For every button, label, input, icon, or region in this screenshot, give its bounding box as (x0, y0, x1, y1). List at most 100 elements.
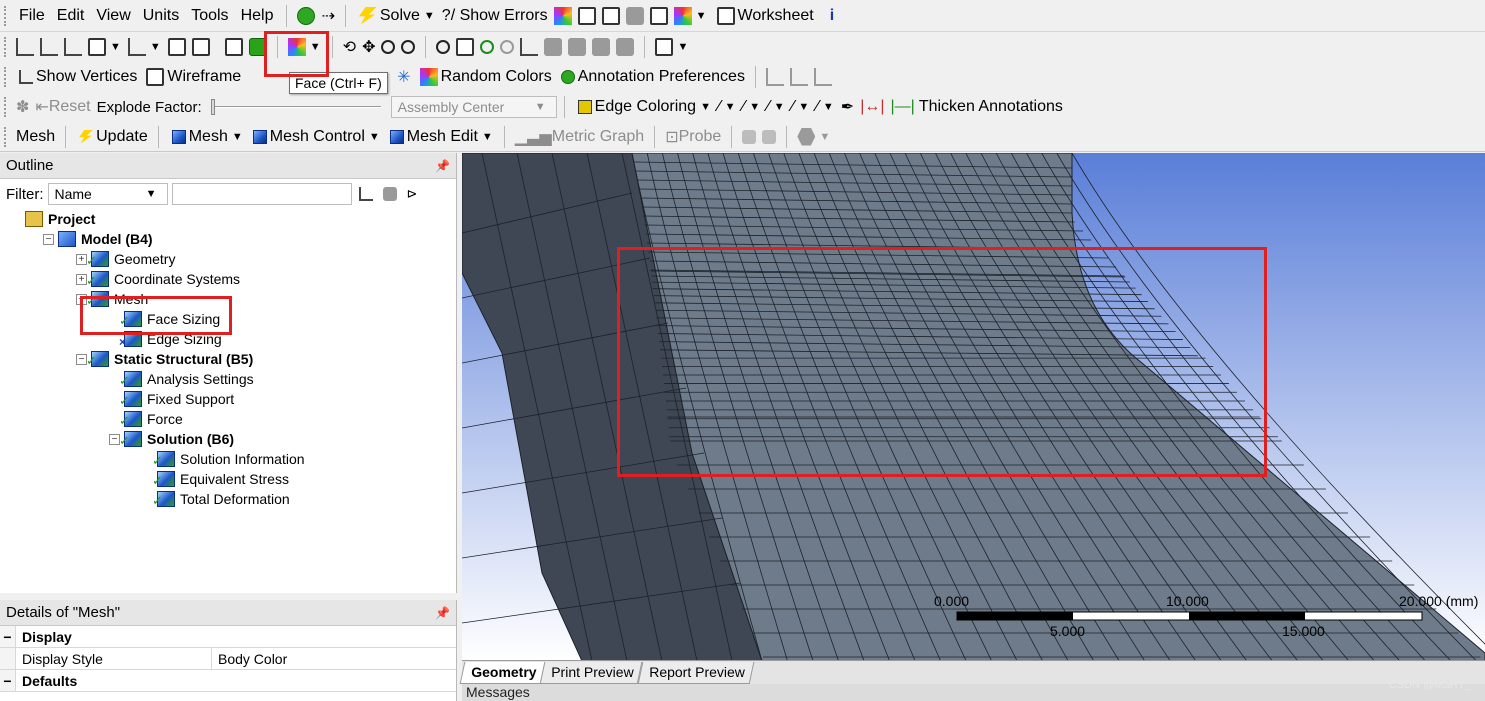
edge-style-x-icon[interactable]: ⁄ (813, 94, 822, 120)
image-icon[interactable] (673, 6, 692, 25)
random-colors-button[interactable]: Random Colors (414, 64, 555, 90)
refresh-icon[interactable] (358, 187, 373, 201)
select-body-icon[interactable] (248, 38, 267, 56)
window-icon[interactable] (655, 38, 674, 56)
check-mark-icon[interactable] (297, 6, 316, 25)
explode-icon[interactable]: ✽ (13, 94, 32, 120)
tree-item-equivalent-stress[interactable]: ✓ Equivalent Stress (10, 469, 456, 489)
display-icon[interactable] (592, 38, 611, 56)
toolbar-grip[interactable] (4, 5, 8, 26)
collapse-icon[interactable]: − (0, 626, 16, 647)
extend-dropdown-icon[interactable]: ▼ (310, 41, 321, 53)
tree-item-static-structural[interactable]: − ✓ Static Structural (B5) (10, 349, 456, 369)
pin-icon[interactable]: 📌 (435, 159, 450, 173)
details-value[interactable]: Body Color (212, 651, 287, 667)
camera-icon[interactable] (568, 38, 587, 56)
dropdown-icon[interactable]: ▼ (774, 101, 785, 113)
menu-file[interactable]: File (13, 7, 51, 25)
toolbar-grip[interactable] (4, 126, 8, 147)
edge-style-0-icon[interactable]: ⁄ (715, 94, 724, 120)
mesh-menu-button[interactable]: Mesh (166, 124, 231, 150)
wireframe-button[interactable]: Wireframe (140, 64, 244, 90)
hexagon-dropdown-icon[interactable]: ▼ (819, 131, 830, 143)
window-dropdown-icon[interactable]: ▼ (677, 41, 688, 53)
tree-item-model[interactable]: − Model (B4) (10, 229, 456, 249)
extend-selection-icon[interactable] (287, 38, 306, 56)
pick-arrow-icon[interactable] (40, 38, 58, 56)
mesh-view[interactable]: 0.000 10.000 20.000 (mm) 5.000 15.000 (462, 153, 1485, 661)
label-icon[interactable] (577, 6, 596, 25)
filter-search-input[interactable] (171, 183, 352, 205)
tree-item-face-sizing[interactable]: ✓ Face Sizing (10, 309, 456, 329)
tree-item-force[interactable]: ✓ Force (10, 409, 456, 429)
edge-style-1-icon[interactable]: ⁄ (740, 94, 749, 120)
tag-icon[interactable] (616, 38, 635, 56)
thicken-annotations-button[interactable]: |—| Thicken Annotations (888, 94, 1066, 120)
tab-print-preview[interactable]: Print Preview (540, 662, 644, 684)
view-icon[interactable] (544, 38, 563, 56)
edge-style-2-icon[interactable]: ⁄ (764, 94, 773, 120)
assembly-center-select[interactable]: Assembly Center ▼ (390, 96, 557, 118)
menu-units[interactable]: Units (137, 7, 185, 25)
worksheet-button[interactable]: Worksheet (711, 3, 817, 29)
menu-tools[interactable]: Tools (185, 7, 234, 25)
details-group[interactable]: − Defaults (0, 670, 456, 692)
tab-report-preview[interactable]: Report Preview (637, 662, 754, 684)
tab-geometry[interactable]: Geometry (459, 662, 546, 684)
tree-item-geometry[interactable]: + ✓ Geometry (10, 249, 456, 269)
mesh-edit-dropdown-icon[interactable]: ▼ (482, 131, 493, 143)
magnifier-icon[interactable] (456, 38, 475, 56)
chart-icon[interactable] (601, 6, 620, 25)
show-vertices-button[interactable]: Show Vertices (13, 64, 140, 90)
dropdown-icon[interactable]: ▼ (823, 101, 834, 113)
axis-icon[interactable] (765, 68, 784, 86)
update-button[interactable]: Update (73, 124, 151, 150)
edge-style-3-icon[interactable]: ⁄ (789, 94, 798, 120)
menu-edit[interactable]: Edit (51, 7, 91, 25)
select-dropdown-icon[interactable]: ▼ (110, 41, 121, 53)
mesh-control-dropdown-icon[interactable]: ▼ (369, 131, 380, 143)
select-box-icon[interactable] (88, 38, 106, 56)
axis-icon[interactable] (813, 68, 832, 86)
metric-graph-button[interactable]: ▁▃▅ Metric Graph (512, 124, 647, 150)
toolbar-grip[interactable] (4, 67, 8, 87)
thin-annotations-icon[interactable]: |↔| (857, 94, 887, 120)
zoom-icon[interactable] (381, 40, 396, 54)
pick-point-icon[interactable] (16, 38, 34, 56)
pin-icon[interactable]: 📌 (435, 606, 450, 620)
cursor-dropdown-icon[interactable]: ▼ (150, 41, 161, 53)
tree-item-solution[interactable]: − ✓ Solution (B6) (10, 429, 456, 449)
edge-coloring-dropdown-icon[interactable]: ▼ (700, 101, 711, 113)
image-dropdown-icon[interactable]: ▼ (696, 10, 707, 22)
collapse-icon[interactable]: − (0, 670, 16, 691)
pin-icon[interactable]: ✒ (838, 94, 857, 120)
edge-coloring-button[interactable]: Edge Coloring (572, 94, 699, 120)
xyz-icon[interactable] (64, 38, 82, 56)
text-icon[interactable] (649, 6, 668, 25)
tree-expander-icon[interactable]: − (43, 233, 54, 245)
tree-item-mesh[interactable]: − ✓ Mesh (10, 289, 456, 309)
details-row[interactable]: Display Style Body Color (0, 648, 456, 670)
graph-icon[interactable] (553, 6, 572, 25)
zoom-to-fit-icon[interactable] (436, 40, 451, 54)
max-icon[interactable] (742, 129, 757, 144)
filter-type-select[interactable]: Name ▼ (47, 183, 168, 205)
select-vertex-icon[interactable] (167, 38, 186, 56)
mesh-dropdown-icon[interactable]: ▼ (232, 131, 243, 143)
min-icon[interactable] (762, 129, 777, 144)
menu-view[interactable]: View (90, 7, 136, 25)
tree-item-edge-sizing[interactable]: × Edge Sizing (10, 329, 456, 349)
dropdown-icon[interactable]: ▼ (725, 101, 736, 113)
hexagon-icon[interactable] (797, 127, 816, 146)
dropdown-icon[interactable]: ▼ (798, 101, 809, 113)
axis-icon[interactable] (789, 68, 808, 86)
tree-item-analysis-settings[interactable]: ✓ Analysis Settings (10, 369, 456, 389)
tree-item-fixed-support[interactable]: ✓ Fixed Support (10, 389, 456, 409)
explode-slider[interactable] (210, 97, 381, 117)
tree-item-total-deformation[interactable]: ✓ Total Deformation (10, 489, 456, 509)
mesh-control-button[interactable]: Mesh Control (247, 124, 368, 150)
tree-item-solution-information[interactable]: ✓ Solution Information (10, 449, 456, 469)
cursor-icon[interactable] (127, 38, 146, 56)
hand-icon[interactable] (625, 6, 644, 25)
collapse-icon[interactable]: ⊳ (404, 181, 421, 207)
